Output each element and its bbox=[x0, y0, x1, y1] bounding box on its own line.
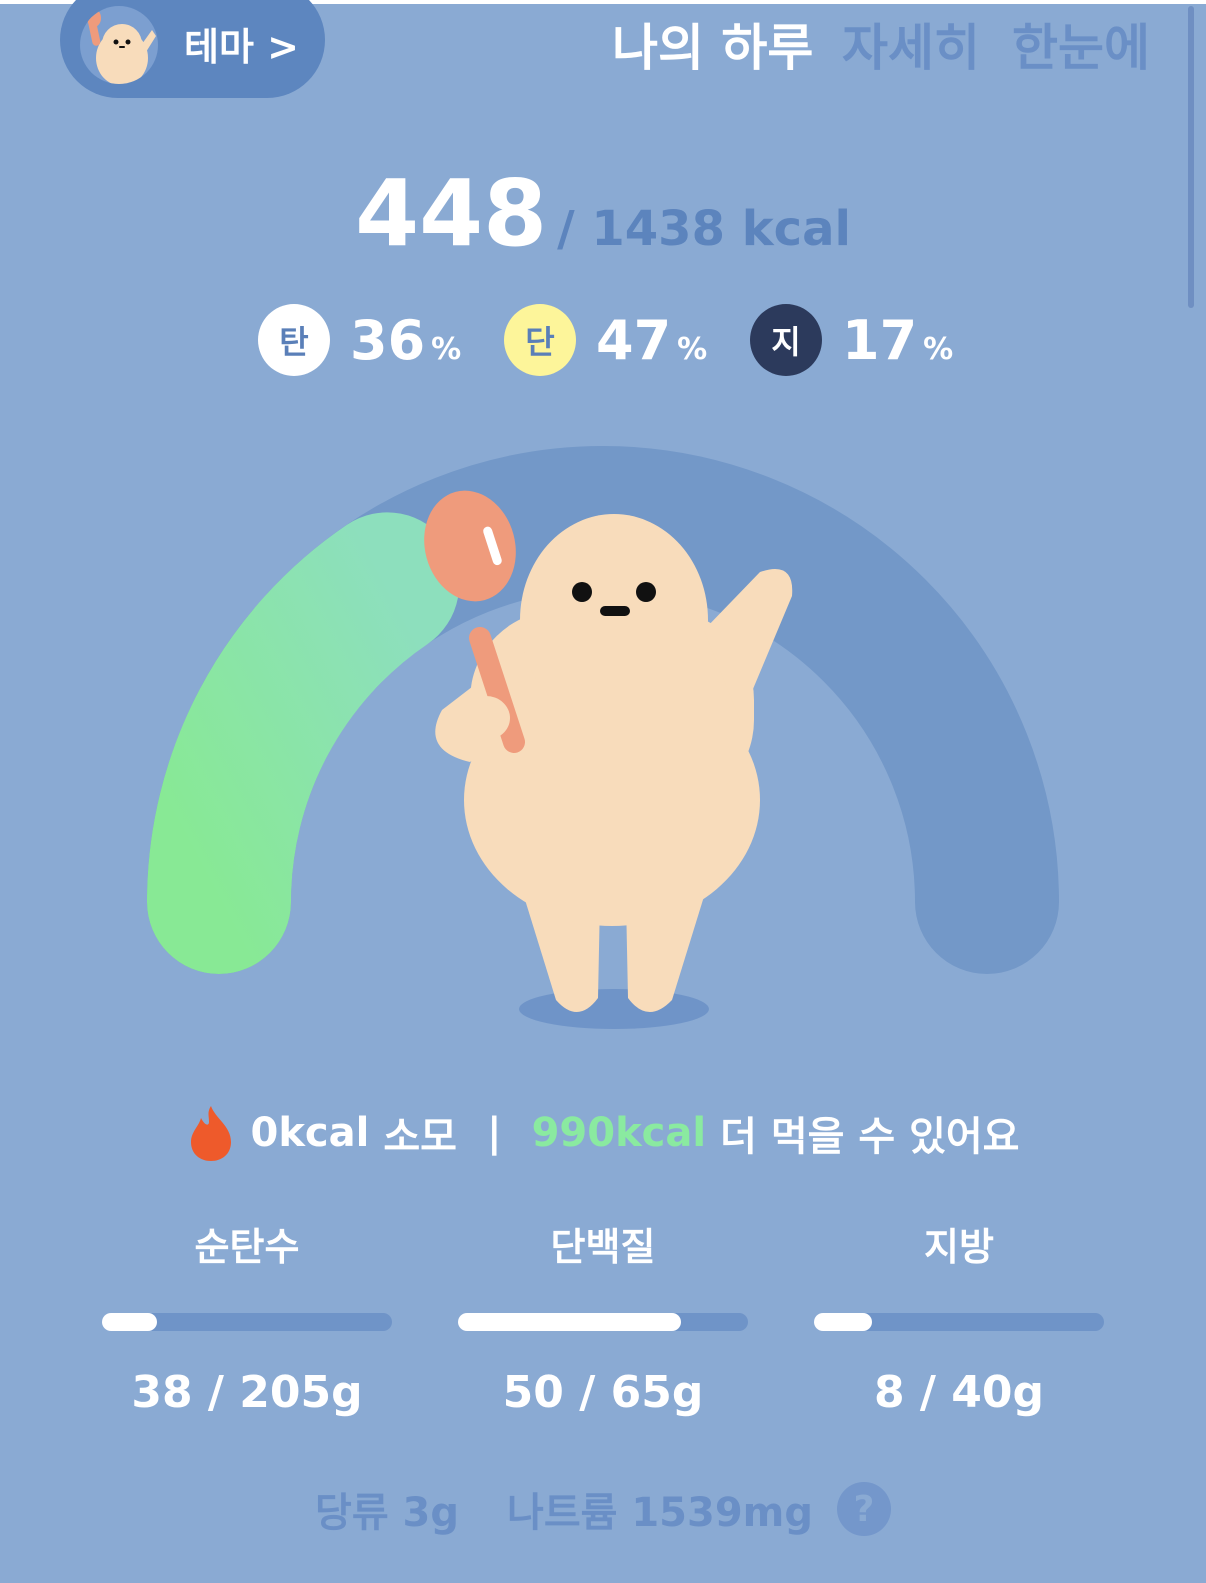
tab-detail[interactable]: 자세히 bbox=[842, 8, 980, 80]
progress-track bbox=[814, 1313, 1104, 1331]
percent-unit: % bbox=[677, 331, 708, 367]
theme-button[interactable]: 테마 > bbox=[60, 0, 325, 98]
fat-percent: 17 bbox=[842, 308, 918, 372]
protein-badge: 단 bbox=[504, 304, 576, 376]
macro-protein: 단 47% bbox=[504, 304, 707, 376]
remaining-label: 더 먹을 수 있어요 bbox=[720, 1114, 1020, 1160]
percent-unit: % bbox=[923, 331, 954, 367]
nutrient-value: 38 / 205g bbox=[131, 1367, 363, 1418]
nutrient-carb: 순탄수 38 / 205g bbox=[102, 1216, 392, 1418]
calories-eaten: 448 bbox=[355, 160, 548, 267]
divider: | bbox=[486, 1110, 502, 1156]
carb-percent: 36 bbox=[350, 308, 426, 372]
nutrient-label: 순탄수 bbox=[194, 1225, 300, 1269]
tab-overview[interactable]: 한눈에 bbox=[1012, 8, 1150, 80]
burned-calories: 0kcal bbox=[250, 1110, 370, 1156]
character-avatar-icon bbox=[80, 6, 158, 84]
percent-unit: % bbox=[431, 331, 462, 367]
calories-goal: / 1438 kcal bbox=[557, 201, 851, 257]
progress-track bbox=[102, 1313, 392, 1331]
nutrient-fat: 지방 8 / 40g bbox=[814, 1216, 1104, 1418]
extra-nutrients: 당류 3g 나트륨 1539mg ? bbox=[0, 1480, 1206, 1538]
calorie-summary: 448/ 1438 kcal bbox=[0, 160, 1206, 267]
protein-percent: 47 bbox=[596, 308, 672, 372]
nutrient-label: 지방 bbox=[924, 1225, 994, 1269]
sugar-amount: 당류 3g bbox=[315, 1490, 460, 1536]
gauge-progress bbox=[147, 512, 460, 974]
fat-badge: 지 bbox=[750, 304, 822, 376]
tab-my-day[interactable]: 나의 하루 bbox=[612, 8, 813, 80]
remaining-calories: 990kcal bbox=[531, 1110, 707, 1156]
nutrient-label: 단백질 bbox=[550, 1225, 656, 1269]
nutrient-value: 50 / 65g bbox=[502, 1367, 704, 1418]
burned-label: 소모 bbox=[383, 1114, 457, 1160]
calorie-gauge bbox=[147, 446, 1059, 1029]
sodium-amount: 나트륨 1539mg bbox=[507, 1490, 813, 1536]
calorie-balance: 0kcal 소모 | 990kcal 더 먹을 수 있어요 bbox=[0, 1104, 1206, 1162]
macro-carb: 탄 36% bbox=[258, 304, 461, 376]
help-icon[interactable]: ? bbox=[836, 1482, 891, 1536]
progress-fill bbox=[102, 1313, 158, 1331]
theme-label: 테마 > bbox=[184, 25, 299, 69]
progress-fill bbox=[458, 1313, 682, 1331]
carb-badge: 탄 bbox=[258, 304, 330, 376]
fire-icon bbox=[190, 1106, 231, 1161]
progress-track bbox=[458, 1313, 748, 1331]
macro-fat: 지 17% bbox=[750, 304, 953, 376]
progress-fill bbox=[814, 1313, 872, 1331]
nutrient-value: 8 / 40g bbox=[873, 1367, 1045, 1418]
nutrient-protein: 단백질 50 / 65g bbox=[458, 1216, 748, 1418]
